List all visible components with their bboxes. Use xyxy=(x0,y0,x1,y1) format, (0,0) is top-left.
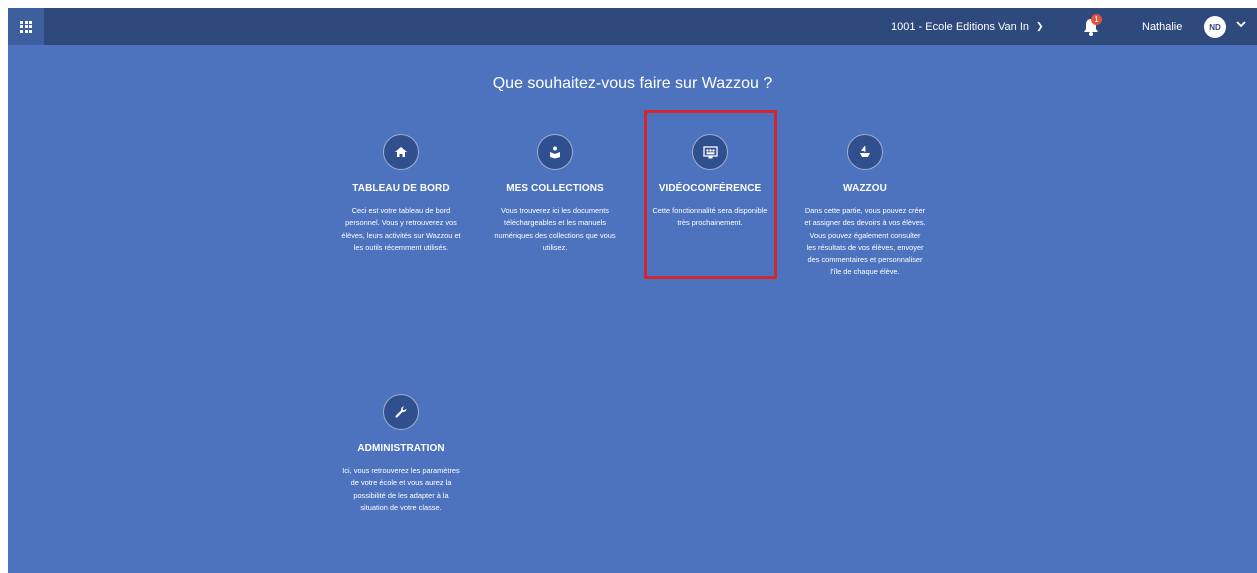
card-title: WAZZOU xyxy=(843,183,887,194)
grid-icon xyxy=(20,20,32,33)
card-title: TABLEAU DE BORD xyxy=(352,183,450,194)
user-name[interactable]: Nathalie xyxy=(1142,8,1182,45)
card-administration[interactable]: ADMINISTRATION Ici, vous retrouverez les… xyxy=(326,394,476,514)
home-icon xyxy=(383,134,419,170)
card-title: MES COLLECTIONS xyxy=(506,183,604,194)
user-menu-chevron-icon[interactable] xyxy=(1236,20,1246,31)
notification-badge: 1 xyxy=(1091,14,1102,25)
card-title: VIDÉOCONFÉRENCE xyxy=(658,183,762,194)
chevron-down-icon: ❯ xyxy=(1036,21,1044,31)
card-mes-collections[interactable]: MES COLLECTIONS Vous trouverez ici les d… xyxy=(480,134,630,254)
school-selector[interactable]: 1001 - Ecole Editions Van In ❯ xyxy=(891,8,1044,45)
island-icon xyxy=(847,134,883,170)
app-frame: 1001 - Ecole Editions Van In ❯ 1 Nathali… xyxy=(8,8,1257,573)
wrench-icon xyxy=(383,394,419,430)
school-selector-label: 1001 - Ecole Editions Van In xyxy=(891,20,1029,33)
avatar[interactable]: ND xyxy=(1204,16,1226,38)
card-wazzou[interactable]: WAZZOU Dans cette partie, vous pouvez cr… xyxy=(790,134,940,279)
page-title: Que souhaitez-vous faire sur Wazzou ? xyxy=(492,75,773,92)
notifications-button[interactable]: 1 xyxy=(1082,14,1102,37)
card-title: ADMINISTRATION xyxy=(357,443,445,454)
card-description: Vous trouverez ici les documents télécha… xyxy=(494,206,616,252)
card-description: Ici, vous retrouverez les paramètres de … xyxy=(342,466,460,512)
app-launcher-button[interactable] xyxy=(8,8,44,45)
top-navigation-bar: 1001 - Ecole Editions Van In ❯ 1 Nathali… xyxy=(8,8,1257,45)
card-videoconference[interactable]: VIDÉOCONFÉRENCE Cette fonctionnalité ser… xyxy=(635,134,785,230)
card-description: Dans cette partie, vous pouvez créer et … xyxy=(804,206,926,277)
card-description: Ceci est votre tableau de bord personnel… xyxy=(341,206,461,252)
video-conference-icon xyxy=(692,134,728,170)
book-reader-icon xyxy=(537,134,573,170)
card-description: Cette fonctionnalité sera disponible trè… xyxy=(652,206,768,228)
card-tableau-de-bord[interactable]: TABLEAU DE BORD Ceci est votre tableau d… xyxy=(326,134,476,254)
